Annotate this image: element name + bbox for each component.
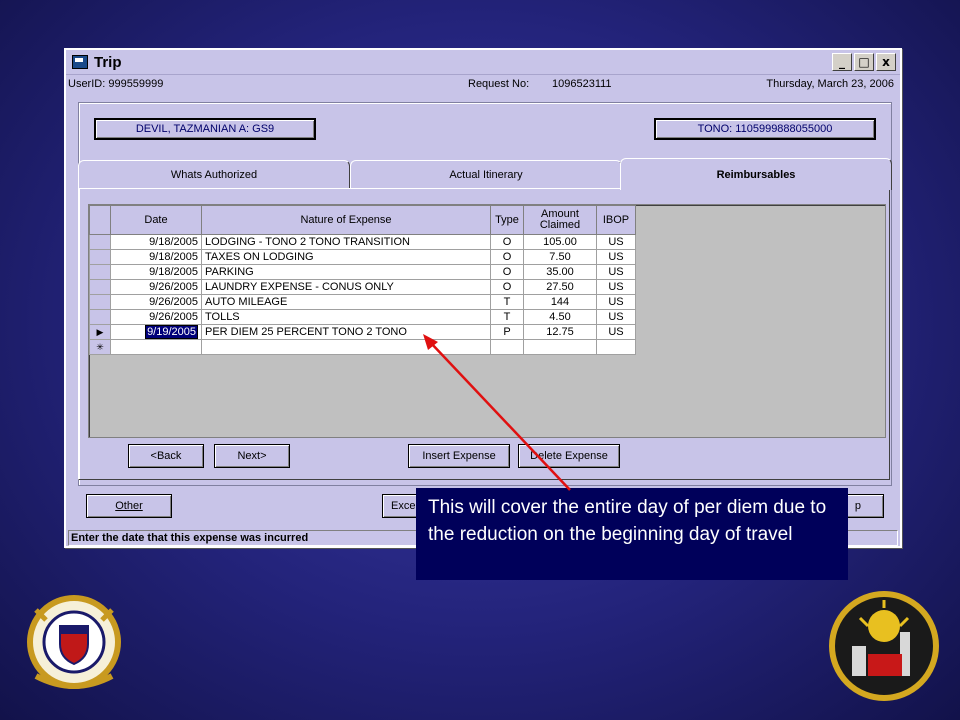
- table-row[interactable]: 9/26/2005 AUTO MILEAGE T 144 US: [89, 294, 636, 310]
- table-row-current[interactable]: ▶ 9/19/2005 PER DIEM 25 PERCENT TONO 2 T…: [89, 324, 636, 340]
- title-bar[interactable]: Trip _ □ x: [66, 50, 900, 75]
- request-label: Request No:: [468, 78, 530, 90]
- cell-nature[interactable]: LAUNDRY EXPENSE - CONUS ONLY: [201, 279, 491, 295]
- cell-amount[interactable]: 27.50: [523, 279, 597, 295]
- traveler-button[interactable]: DEVIL, TAZMANIAN A: GS9: [94, 118, 316, 140]
- new-row-marker[interactable]: ✳: [89, 339, 111, 355]
- expense-grid[interactable]: Date Nature of Expense Type Amount Claim…: [88, 204, 886, 438]
- app-icon: [72, 55, 88, 69]
- cell-nature[interactable]: LODGING - TONO 2 TONO TRANSITION: [201, 234, 491, 250]
- col-amount[interactable]: Amount Claimed: [523, 205, 597, 235]
- cell-nature[interactable]: [201, 339, 491, 355]
- cell-type[interactable]: P: [490, 324, 524, 340]
- cell-type[interactable]: [490, 339, 524, 355]
- cell-amount[interactable]: 35.00: [523, 264, 597, 280]
- row-selector[interactable]: [89, 234, 111, 250]
- back-button[interactable]: <Back: [128, 444, 204, 468]
- next-button[interactable]: Next>: [214, 444, 290, 468]
- tab-whats-authorized[interactable]: Whats Authorized: [78, 160, 350, 188]
- row-selector[interactable]: [89, 309, 111, 325]
- cell-ibop[interactable]: US: [596, 249, 636, 265]
- cell-type[interactable]: O: [490, 279, 524, 295]
- cell-type[interactable]: T: [490, 309, 524, 325]
- cell-ibop[interactable]: US: [596, 264, 636, 280]
- tono-button[interactable]: TONO: 1105999888055000: [654, 118, 876, 140]
- cell-nature[interactable]: PER DIEM 25 PERCENT TONO 2 TONO: [201, 324, 491, 340]
- col-date[interactable]: Date: [110, 205, 202, 235]
- cell-ibop[interactable]: [596, 339, 636, 355]
- cell-date[interactable]: 9/26/2005: [110, 279, 202, 295]
- table-row[interactable]: 9/26/2005 TOLLS T 4.50 US: [89, 309, 636, 325]
- delete-expense-label: Delete Expense: [530, 450, 608, 462]
- insert-expense-label: Insert Expense: [422, 450, 496, 462]
- col-ibop[interactable]: IBOP: [596, 205, 636, 235]
- table-row-new[interactable]: ✳: [89, 339, 636, 355]
- cell-nature[interactable]: PARKING: [201, 264, 491, 280]
- row-selector[interactable]: [89, 279, 111, 295]
- cell-amount[interactable]: 7.50: [523, 249, 597, 265]
- coast-guard-seal-icon: [27, 595, 121, 689]
- window-title: Trip: [94, 53, 122, 71]
- cell-ibop[interactable]: US: [596, 234, 636, 250]
- cell-nature[interactable]: AUTO MILEAGE: [201, 294, 491, 310]
- request-number: 1096523111: [552, 78, 612, 90]
- row-selector[interactable]: [89, 264, 111, 280]
- user-id: UserID: 999559999: [68, 78, 164, 90]
- back-button-label: <Back: [150, 450, 182, 462]
- next-button-label: Next>: [237, 450, 267, 462]
- cell-ibop[interactable]: US: [596, 309, 636, 325]
- cell-amount[interactable]: 144: [523, 294, 597, 310]
- cell-amount[interactable]: [523, 339, 597, 355]
- cell-nature[interactable]: TOLLS: [201, 309, 491, 325]
- col-nature[interactable]: Nature of Expense: [201, 205, 491, 235]
- callout-box: This will cover the entire day of per di…: [416, 488, 848, 580]
- cell-type[interactable]: O: [490, 234, 524, 250]
- cell-type[interactable]: T: [490, 294, 524, 310]
- cell-ibop[interactable]: US: [596, 324, 636, 340]
- cell-type[interactable]: O: [490, 264, 524, 280]
- insert-expense-button[interactable]: Insert Expense: [408, 444, 510, 468]
- trip-window: Trip _ □ x UserID: 999559999 Request No:…: [64, 48, 902, 548]
- cell-nature[interactable]: TAXES ON LODGING: [201, 249, 491, 265]
- cell-date[interactable]: [110, 339, 202, 355]
- current-date: Thursday, March 23, 2006: [766, 78, 894, 90]
- cell-type[interactable]: O: [490, 249, 524, 265]
- cell-ibop[interactable]: US: [596, 279, 636, 295]
- cell-date[interactable]: 9/19/2005: [110, 324, 202, 340]
- psc-topeka-logo-icon: [829, 591, 939, 701]
- table-row[interactable]: 9/18/2005 TAXES ON LODGING O 7.50 US: [89, 249, 636, 265]
- row-selector[interactable]: [89, 294, 111, 310]
- cell-amount[interactable]: 105.00: [523, 234, 597, 250]
- cell-ibop[interactable]: US: [596, 294, 636, 310]
- col-type[interactable]: Type: [490, 205, 524, 235]
- info-bar: UserID: 999559999 Request No: 1096523111…: [66, 75, 900, 93]
- delete-expense-button[interactable]: Delete Expense: [518, 444, 620, 468]
- cell-amount[interactable]: 12.75: [523, 324, 597, 340]
- cell-date[interactable]: 9/18/2005: [110, 264, 202, 280]
- table-row[interactable]: 9/18/2005 PARKING O 35.00 US: [89, 264, 636, 280]
- cell-date[interactable]: 9/18/2005: [110, 249, 202, 265]
- close-button[interactable]: x: [876, 53, 896, 71]
- other-button[interactable]: Other: [86, 494, 172, 518]
- minimize-button[interactable]: _: [832, 53, 852, 71]
- cell-date[interactable]: 9/18/2005: [110, 234, 202, 250]
- date-edit-field[interactable]: 9/19/2005: [145, 325, 198, 339]
- tab-reimbursables[interactable]: Reimbursables: [620, 158, 892, 190]
- cell-date[interactable]: 9/26/2005: [110, 309, 202, 325]
- tab-actual-itinerary[interactable]: Actual Itinerary: [350, 160, 622, 188]
- row-selector[interactable]: [89, 249, 111, 265]
- table-row[interactable]: 9/26/2005 LAUNDRY EXPENSE - CONUS ONLY O…: [89, 279, 636, 295]
- row-selector-header: [89, 205, 111, 235]
- current-row-marker[interactable]: ▶: [89, 324, 111, 340]
- cell-date[interactable]: 9/26/2005: [110, 294, 202, 310]
- maximize-button[interactable]: □: [854, 53, 874, 71]
- cell-amount[interactable]: 4.50: [523, 309, 597, 325]
- table-row[interactable]: 9/18/2005 LODGING - TONO 2 TONO TRANSITI…: [89, 234, 636, 250]
